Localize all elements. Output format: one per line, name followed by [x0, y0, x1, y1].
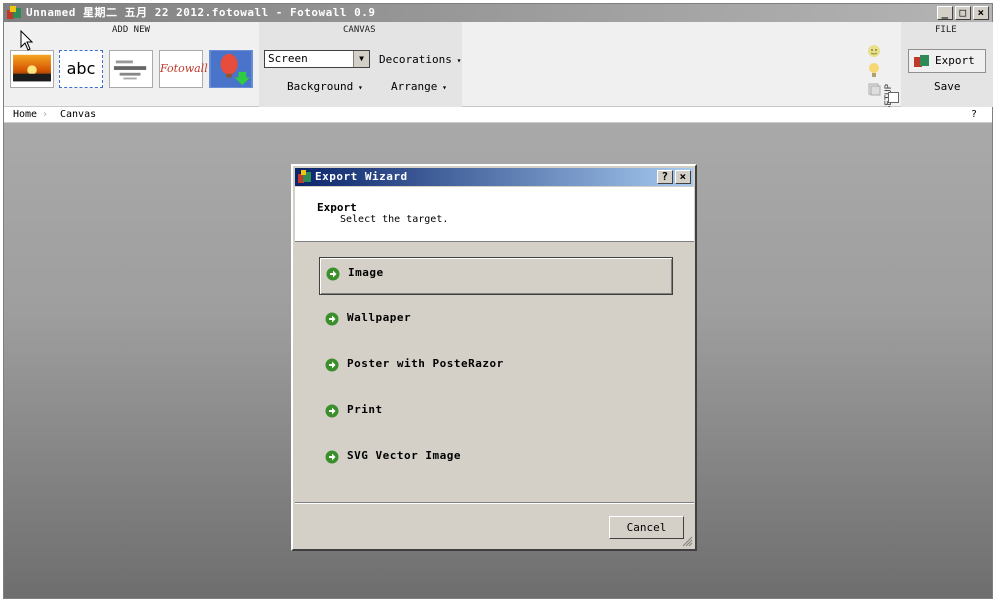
option-label: Poster with PosteRazor: [347, 357, 504, 370]
ribbon-toolbar: ADD NEW CANVAS FILE abc Fotowall Screen …: [4, 22, 993, 111]
option-label: Print: [347, 403, 383, 416]
export-option-poster[interactable]: Poster with PosteRazor: [319, 349, 673, 387]
mouse-cursor-icon: [20, 30, 34, 51]
dialog-title: Export Wizard: [315, 170, 408, 183]
add-picture-tile[interactable]: [10, 50, 54, 88]
add-fotowall-tile[interactable]: Fotowall: [159, 50, 208, 88]
breadcrumb-canvas[interactable]: Canvas: [60, 107, 96, 122]
export-wizard-dialog: Export Wizard ? × Export Select the targ…: [291, 164, 697, 551]
arrow-right-icon: [325, 450, 339, 464]
arrange-menu[interactable]: Arrange ▾: [391, 80, 447, 93]
export-button[interactable]: Export: [908, 49, 986, 73]
help-button[interactable]: ?: [971, 107, 977, 122]
pages-icon[interactable]: [867, 82, 881, 96]
export-icon: [914, 55, 929, 67]
canvas-group-title: CANVAS: [343, 25, 376, 35]
dialog-titlebar: Export Wizard ? ×: [295, 168, 693, 186]
option-label: SVG Vector Image: [347, 449, 461, 462]
fotowall-app-icon: [7, 6, 21, 19]
window-titlebar: Unnamed 星期二 五月 22 2012.fotowall - Fotowa…: [4, 4, 992, 22]
fotowall-app-icon: [298, 170, 311, 183]
add-wordcloud-tile[interactable]: [109, 50, 153, 88]
decorations-menu[interactable]: Decorations ▾: [379, 53, 462, 66]
export-option-image[interactable]: Image: [319, 257, 673, 295]
chevron-right-icon: ›: [42, 109, 49, 120]
background-label: Background: [287, 80, 354, 93]
fotowall-window: Unnamed 星期二 五月 22 2012.fotowall - Fotowa…: [3, 3, 993, 599]
arrange-label: Arrange: [391, 80, 438, 93]
add-text-tile[interactable]: abc: [59, 50, 103, 88]
dropdown-arrow-icon: ▾: [353, 83, 363, 92]
background-menu[interactable]: Background ▾: [287, 80, 363, 93]
resize-grip-icon[interactable]: [681, 535, 693, 547]
breadcrumb-home[interactable]: Home: [13, 107, 37, 122]
maximize-button[interactable]: □: [955, 6, 971, 20]
window-title: Unnamed 星期二 五月 22 2012.fotowall - Fotowa…: [26, 6, 376, 19]
minimize-button[interactable]: _: [937, 6, 953, 20]
arrow-right-icon: [325, 312, 339, 326]
dialog-header-title: Export: [317, 201, 357, 214]
cancel-button[interactable]: Cancel: [609, 516, 684, 539]
file-group-title: FILE: [935, 25, 957, 35]
option-label: Image: [348, 266, 384, 279]
dropdown-arrow-icon: ▾: [437, 83, 447, 92]
export-option-svg[interactable]: SVG Vector Image: [319, 441, 673, 479]
export-label: Export: [935, 54, 975, 67]
arrow-right-icon: [326, 267, 340, 281]
lightbulb-icon[interactable]: [867, 62, 881, 78]
add-web-picture-tile[interactable]: [209, 50, 253, 88]
add-new-group-title: ADD NEW: [112, 25, 150, 35]
arrow-right-icon: [325, 404, 339, 418]
view-mode-select[interactable]: Screen ▼: [264, 50, 370, 68]
dialog-header: Export Select the target.: [295, 187, 694, 242]
decorations-label: Decorations: [379, 53, 452, 66]
export-option-print[interactable]: Print: [319, 395, 673, 433]
dropdown-arrow-icon: ▾: [451, 56, 462, 65]
dialog-separator: [295, 502, 694, 504]
dialog-header-subtitle: Select the target.: [340, 214, 449, 225]
dialog-help-button[interactable]: ?: [657, 170, 673, 184]
arrow-right-icon: [325, 358, 339, 372]
close-window-button[interactable]: ×: [973, 6, 989, 20]
option-label: Wallpaper: [347, 311, 412, 324]
breadcrumb: Home › Canvas ?: [4, 107, 992, 123]
setup-checkbox[interactable]: [888, 92, 899, 103]
smiley-icon[interactable]: [867, 44, 881, 58]
dialog-close-button[interactable]: ×: [675, 170, 691, 184]
view-mode-value: Screen: [268, 52, 308, 65]
export-option-wallpaper[interactable]: Wallpaper: [319, 303, 673, 341]
chevron-down-icon[interactable]: ▼: [353, 51, 369, 67]
save-button[interactable]: Save: [934, 80, 961, 93]
